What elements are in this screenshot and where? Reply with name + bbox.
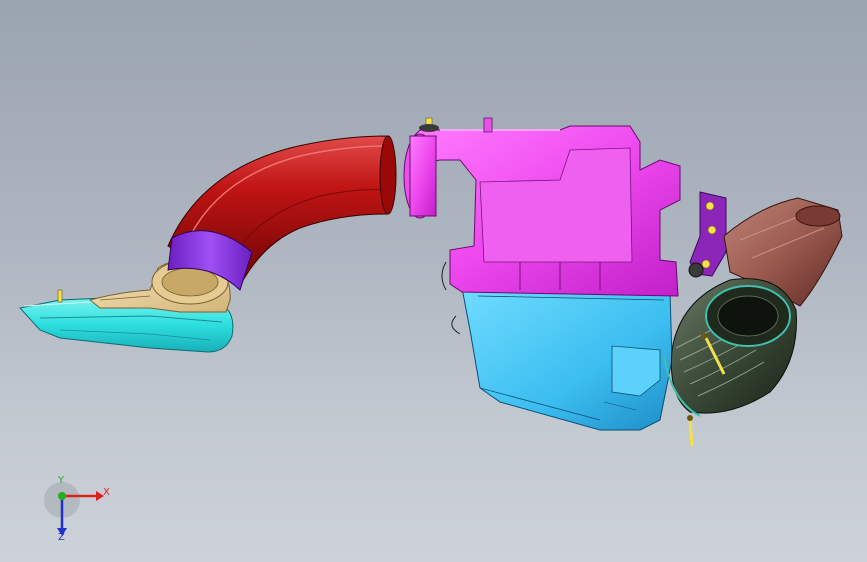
orientation-triad: X Y Z — [40, 475, 120, 548]
z-axis-label: Z — [58, 532, 65, 543]
snorkel-pin — [57, 289, 63, 303]
filter-housing-upper — [403, 117, 681, 297]
graphics-viewport[interactable]: X Y Z — [0, 0, 867, 562]
filter-housing-lower — [461, 287, 673, 431]
bellows-hose — [663, 278, 797, 417]
housing-top-bolt — [419, 117, 439, 132]
y-axis-dot — [58, 492, 66, 500]
3d-model-air-intake-assembly[interactable] — [0, 0, 867, 562]
y-axis-label: Y — [58, 475, 65, 486]
x-axis-label: X — [103, 487, 110, 498]
